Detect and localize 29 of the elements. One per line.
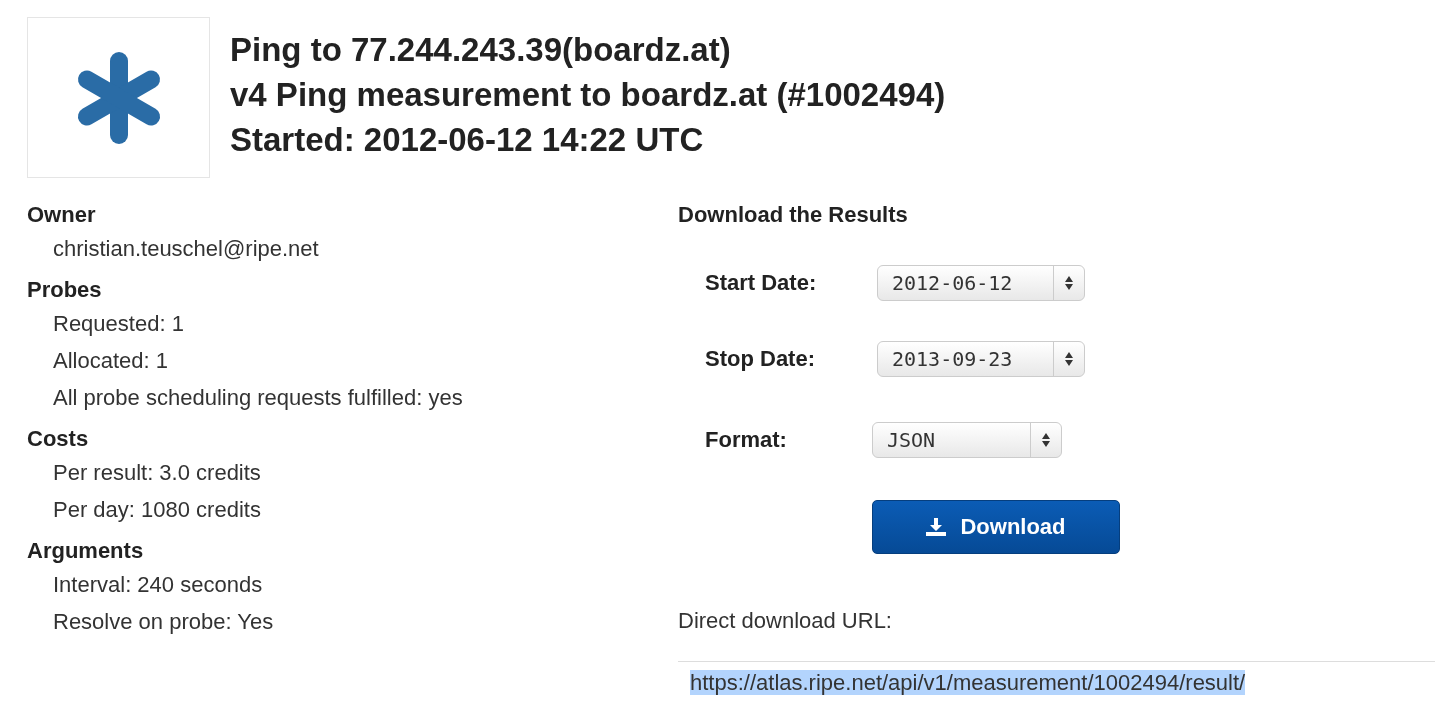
stepper-icon — [1042, 432, 1050, 447]
section-heading: Probes — [27, 276, 103, 304]
section-heading: Owner — [27, 201, 97, 229]
stepper-icon — [1065, 276, 1073, 290]
section-heading: Costs — [27, 425, 90, 453]
detail-text: Allocated: 1 — [52, 347, 169, 375]
detail-text: Resolve on probe: Yes — [52, 608, 275, 636]
detail-text: Interval: 240 seconds — [52, 571, 264, 599]
stepper-icon — [1065, 351, 1073, 366]
download-icon — [926, 518, 947, 536]
field-label: Start Date: — [705, 270, 818, 296]
section-heading: Download the Results — [678, 201, 909, 229]
dropdown[interactable]: 2013-09-23 — [877, 340, 1085, 377]
detail-text: All probe scheduling requests fulfilled: yes — [52, 384, 464, 412]
download-button[interactable]: Download — [872, 500, 1120, 554]
url-text: https://atlas.ripe.net/api/v1/measurement/1002494/result/ — [690, 670, 1246, 695]
page-title: Started: 2012-06-12 14:22 UTC — [230, 120, 705, 160]
detail-text: christian.teuschel@ripe.net — [52, 235, 320, 263]
section-heading: Arguments — [27, 537, 145, 565]
detail-text: Per day: 1080 credits — [52, 496, 262, 524]
detail-text: Per result: 3.0 credits — [52, 459, 262, 487]
page-title: Ping to 77.244.243.39(boardz.at) — [230, 30, 732, 70]
dropdown[interactable]: 2012-06-12 — [877, 265, 1085, 301]
field-label: Stop Date: — [705, 345, 816, 372]
url-label: Direct download URL: — [678, 608, 893, 634]
dropdown[interactable]: JSON — [872, 421, 1062, 458]
field-label: Format: — [705, 426, 788, 453]
detail-text: Requested: 1 — [52, 310, 185, 338]
page-title: v4 Ping measurement to boardz.at (#1002494) — [230, 75, 946, 115]
